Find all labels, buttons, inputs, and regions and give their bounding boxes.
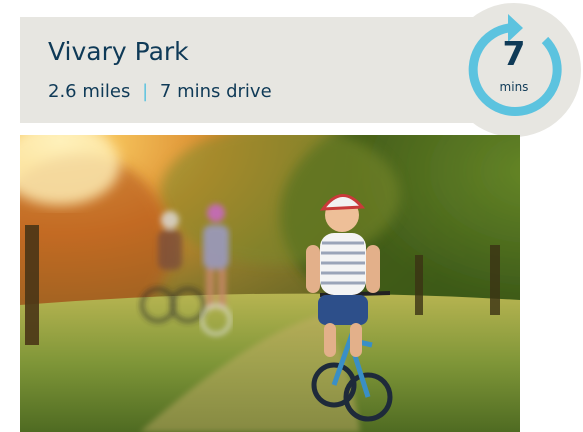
badge-number: 7 (502, 34, 526, 73)
distance-text: 2.6 miles (48, 81, 131, 102)
drive-time-text: 7 mins drive (159, 81, 272, 102)
park-card: Vivary Park 2.6 miles | 7 mins drive 7 m… (0, 0, 583, 432)
place-meta: 2.6 miles | 7 mins drive (48, 81, 272, 102)
place-name: Vivary Park (48, 37, 189, 66)
drive-time-badge: 7 mins (447, 3, 581, 137)
info-panel: Vivary Park 2.6 miles | 7 mins drive (20, 17, 520, 123)
badge-unit: mins (499, 80, 529, 94)
family-cycling-photo (20, 135, 520, 432)
meta-separator: | (142, 81, 149, 102)
